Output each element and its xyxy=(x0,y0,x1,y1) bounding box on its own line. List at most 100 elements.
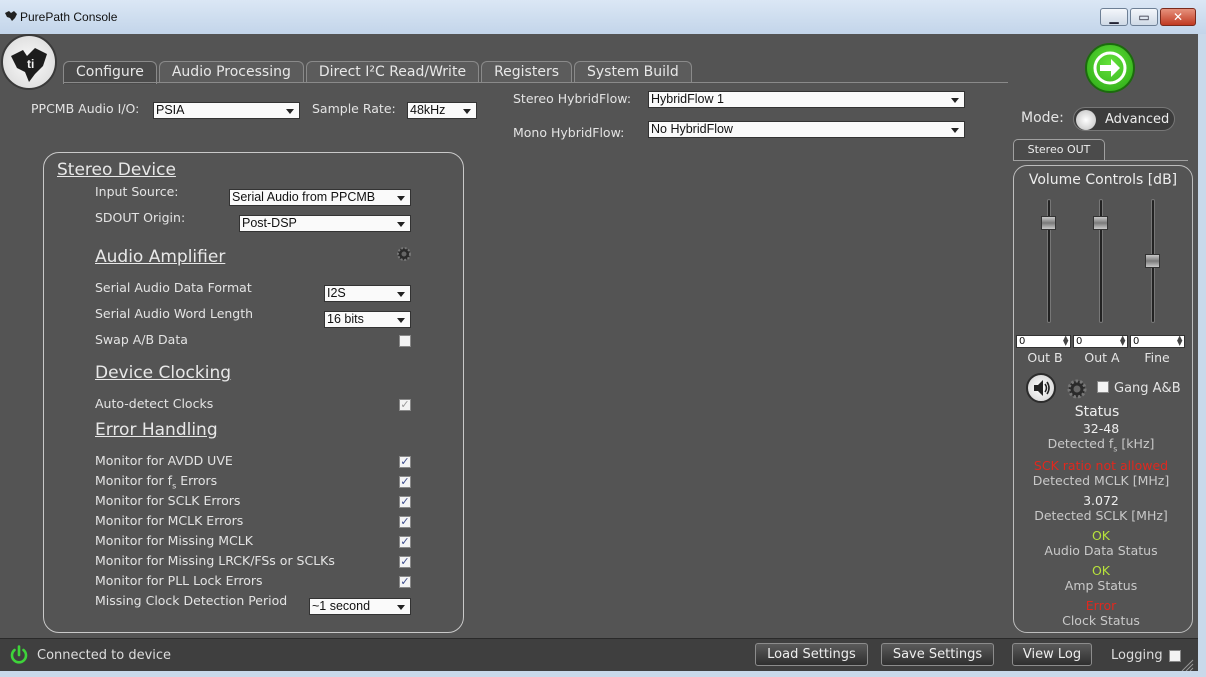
main-client-area: ti Configure Audio Processing Direct I²C… xyxy=(0,34,1198,638)
spin-arrows-icon: ▲ ▼ xyxy=(1063,334,1069,347)
word-length-value: 16 bits xyxy=(327,312,364,326)
stereo-hybridflow-label: Stereo HybridFlow: xyxy=(513,91,632,106)
toggle-knob xyxy=(1076,110,1096,130)
fine-value: 0 xyxy=(1133,336,1140,347)
audio-data-status-value: OK xyxy=(1091,528,1111,543)
tab-configure[interactable]: Configure xyxy=(63,61,157,84)
input-source-select[interactable]: Serial Audio from PPCMB xyxy=(229,189,411,206)
gear-icon[interactable] xyxy=(1066,378,1088,400)
ti-brand-logo: ti xyxy=(1,34,57,90)
resize-grip-icon[interactable] xyxy=(1180,659,1194,671)
input-source-label: Input Source: xyxy=(95,184,179,199)
out-b-value: 0 xyxy=(1019,336,1026,347)
mono-hybridflow-label: Mono HybridFlow: xyxy=(513,125,625,140)
audio-io-label: PPCMB Audio I/O: xyxy=(31,101,140,116)
data-format-select[interactable]: I2S xyxy=(324,285,411,302)
connection-status: Connected to device xyxy=(37,648,172,663)
tab-registers[interactable]: Registers xyxy=(481,61,572,83)
clock-status-label: Clock Status xyxy=(1062,613,1140,628)
out-b-spinbox[interactable]: 0 ▲ ▼ xyxy=(1016,335,1071,348)
detected-mclk-label: Detected MCLK [MHz] xyxy=(1032,473,1170,488)
chevron-down-icon xyxy=(463,109,471,114)
pll-lock-checkbox[interactable]: ✓ xyxy=(399,576,411,588)
audio-data-status-label: Audio Data Status xyxy=(1044,543,1158,558)
power-icon xyxy=(10,645,28,664)
close-button[interactable]: ✕ xyxy=(1160,8,1196,26)
sample-rate-select[interactable]: 48kHz xyxy=(407,102,477,119)
input-source-value: Serial Audio from PPCMB xyxy=(232,190,376,204)
detected-mclk-value: SCK ratio not allowed xyxy=(1033,458,1169,473)
gear-icon[interactable] xyxy=(396,246,412,262)
detected-fs-value: 32-48 xyxy=(1082,421,1120,436)
sdout-origin-label: SDOUT Origin: xyxy=(95,210,186,225)
out-a-spinbox[interactable]: 0 ▲ ▼ xyxy=(1073,335,1128,348)
sclk-errors-label: Monitor for SCLK Errors xyxy=(95,493,241,508)
mclk-errors-checkbox[interactable]: ✓ xyxy=(399,516,411,528)
out-b-label: Out B xyxy=(1027,350,1063,365)
stereo-hybridflow-select[interactable]: HybridFlow 1 xyxy=(648,91,965,108)
audio-io-value: PSIA xyxy=(156,103,185,117)
mode-value: Advanced xyxy=(1105,112,1170,127)
window-frame-right xyxy=(1198,34,1206,677)
avdd-uve-label: Monitor for AVDD UVE xyxy=(95,453,233,468)
out-a-slider-thumb[interactable] xyxy=(1093,215,1108,230)
tab-system-build[interactable]: System Build xyxy=(574,61,692,83)
out-b-slider-thumb[interactable] xyxy=(1041,215,1056,230)
tab-direct-i2c[interactable]: Direct I²C Read/Write xyxy=(305,61,480,83)
sdout-origin-select[interactable]: Post-DSP xyxy=(239,215,411,232)
fine-label: Fine xyxy=(1144,350,1170,365)
detected-sclk-value: 3.072 xyxy=(1083,493,1119,508)
device-clocking-title: Device Clocking xyxy=(95,363,232,383)
svg-text:ti: ti xyxy=(27,57,34,71)
swap-ab-label: Swap A/B Data xyxy=(95,332,188,347)
word-length-select[interactable]: 16 bits xyxy=(324,311,411,328)
missing-mclk-label: Monitor for Missing MCLK xyxy=(95,533,253,548)
data-format-label: Serial Audio Data Format xyxy=(95,280,252,295)
logging-label: Logging xyxy=(1111,648,1163,663)
fs-errors-label: Monitor for fs Errors xyxy=(95,473,218,491)
speaker-icon xyxy=(1034,380,1050,396)
minimize-button[interactable]: ▁ xyxy=(1100,8,1128,26)
swap-ab-checkbox[interactable] xyxy=(399,335,411,347)
audio-io-select[interactable]: PSIA xyxy=(153,102,300,119)
gang-ab-checkbox[interactable] xyxy=(1097,381,1109,393)
amp-status-value: OK xyxy=(1091,563,1111,578)
detection-period-label: Missing Clock Detection Period xyxy=(95,593,288,608)
save-settings-button[interactable]: Save Settings xyxy=(881,643,994,666)
data-format-value: I2S xyxy=(327,286,346,300)
stereo-hybridflow-value: HybridFlow 1 xyxy=(651,92,724,106)
minimize-icon: ▁ xyxy=(1109,10,1119,24)
chevron-down-icon xyxy=(397,222,405,227)
chevron-down-icon xyxy=(397,196,405,201)
missing-lrck-checkbox[interactable]: ✓ xyxy=(399,556,411,568)
fs-errors-checkbox[interactable]: ✓ xyxy=(399,476,411,488)
fine-slider-thumb[interactable] xyxy=(1145,254,1160,268)
load-settings-button[interactable]: Load Settings xyxy=(755,643,868,666)
tab-audio-processing[interactable]: Audio Processing xyxy=(158,61,304,83)
maximize-button[interactable]: ▭ xyxy=(1130,8,1158,26)
sdout-origin-value: Post-DSP xyxy=(242,216,297,230)
mono-hybridflow-value: No HybridFlow xyxy=(651,122,733,136)
detection-period-value: ~1 second xyxy=(312,599,371,613)
sclk-errors-checkbox[interactable]: ✓ xyxy=(399,496,411,508)
out-a-value: 0 xyxy=(1076,336,1083,347)
pll-lock-label: Monitor for PLL Lock Errors xyxy=(95,573,263,588)
main-tabs: Configure Audio Processing Direct I²C Re… xyxy=(63,61,694,84)
audio-amplifier-title: Audio Amplifier xyxy=(95,247,226,267)
avdd-uve-checkbox[interactable]: ✓ xyxy=(399,456,411,468)
tab-stereo-out[interactable]: Stereo OUT xyxy=(1013,139,1105,161)
detection-period-select[interactable]: ~1 second xyxy=(309,598,411,615)
mute-button[interactable] xyxy=(1026,373,1056,403)
autodetect-clocks-checkbox[interactable]: ✓ xyxy=(399,399,411,411)
mode-toggle[interactable]: Advanced xyxy=(1073,107,1175,131)
sample-rate-value: 48kHz xyxy=(410,103,446,117)
mono-hybridflow-select[interactable]: No HybridFlow xyxy=(648,121,965,138)
view-log-button[interactable]: View Log xyxy=(1012,643,1092,666)
go-button[interactable] xyxy=(1085,43,1135,93)
clock-status-value: Error xyxy=(1085,598,1117,613)
missing-mclk-checkbox[interactable]: ✓ xyxy=(399,536,411,548)
chevron-down-icon xyxy=(397,605,405,610)
tab-divider xyxy=(63,82,1008,83)
window-titlebar: PurePath Console ▁ ▭ ✕ xyxy=(0,0,1206,34)
fine-spinbox[interactable]: 0 ▲ ▼ xyxy=(1130,335,1185,348)
